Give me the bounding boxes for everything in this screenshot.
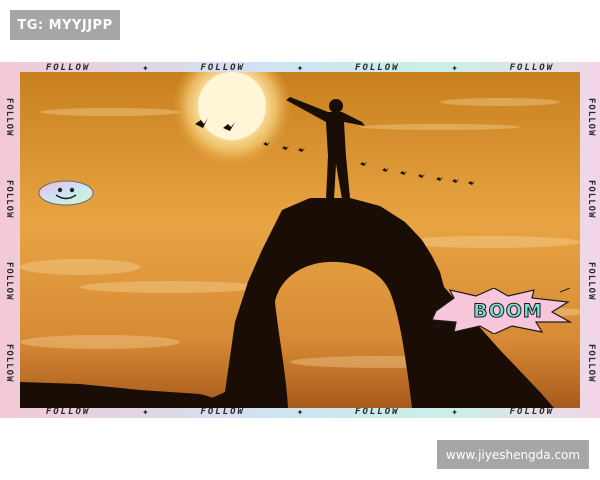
frame-label: FOLLOW [4, 343, 14, 383]
watermark-bottom-text: www.jiyeshengda.com [445, 447, 581, 462]
sun [198, 72, 266, 140]
star-icon: ✦ [296, 407, 304, 417]
watermark-top-badge: TG: MYYJJPP [10, 10, 120, 40]
frame-label: FOLLOW [586, 261, 596, 301]
frame-right-strip: FOLLOW FOLLOW FOLLOW FOLLOW [582, 76, 600, 404]
sunset-scene [20, 72, 580, 408]
watermark-bottom-badge: www.jiyeshengda.com [437, 440, 589, 469]
frame-label: FOLLOW [586, 97, 596, 137]
frame-label: FOLLOW [4, 261, 14, 301]
frame-label: FOLLOW [355, 407, 400, 417]
boom-sticker-text: BOOM [473, 300, 543, 323]
frame-label: FOLLOW [4, 179, 14, 219]
frame-label: FOLLOW [200, 407, 245, 417]
frame-label: FOLLOW [45, 407, 91, 417]
frame-label: FOLLOW [4, 97, 14, 137]
smiley-sticker-icon [38, 180, 94, 206]
frame-left-strip: FOLLOW FOLLOW FOLLOW FOLLOW [0, 76, 18, 404]
star-icon: ✦ [451, 407, 458, 417]
watermark-top-text: TG: MYYJJPP [17, 17, 113, 33]
frame-label: FOLLOW [586, 343, 596, 383]
frame-label: FOLLOW [509, 407, 555, 417]
star-icon: ✦ [142, 407, 149, 417]
sunset-photo [20, 72, 580, 408]
frame-label: FOLLOW [586, 179, 596, 219]
